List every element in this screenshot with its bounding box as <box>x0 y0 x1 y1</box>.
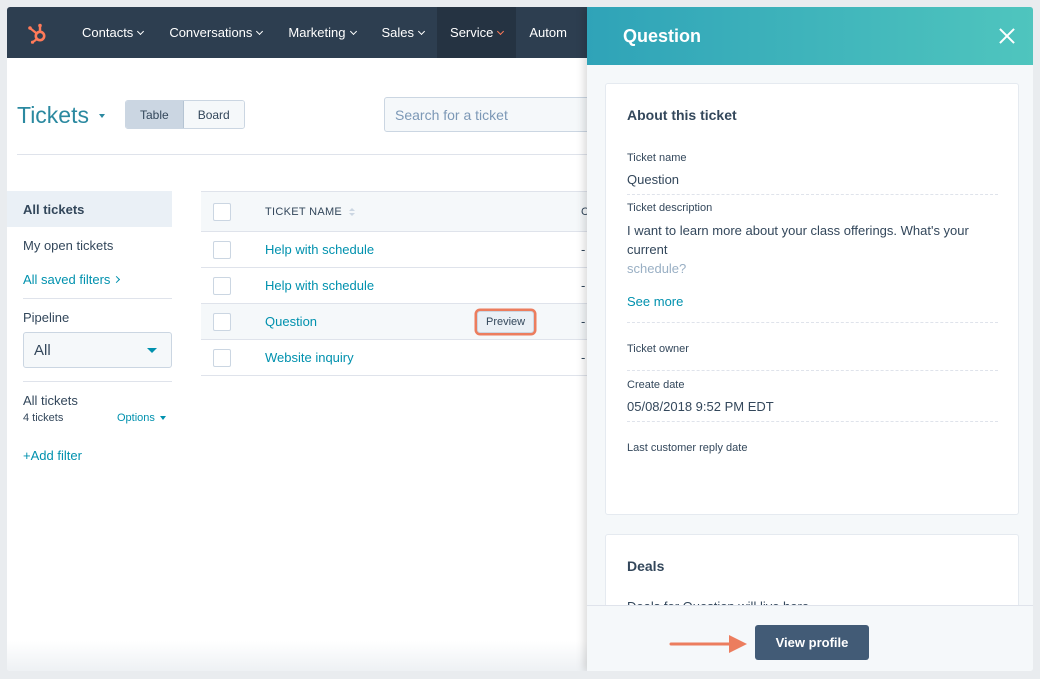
caret-down-icon <box>147 347 157 353</box>
property-divider <box>627 370 998 371</box>
property-label: Create date <box>627 379 685 391</box>
create-date-value[interactable]: 05/08/2018 9:52 PM EDT <box>627 399 774 414</box>
sidebar-item-label: My open tickets <box>23 237 114 253</box>
bottom-fade <box>7 641 587 671</box>
pipeline-select[interactable]: All <box>23 332 172 368</box>
pipeline-label: Pipeline <box>23 310 70 325</box>
sort-icon <box>349 207 356 216</box>
chevron-down-icon <box>256 27 264 35</box>
chevron-down-icon <box>497 27 505 35</box>
table-header: TICKET NAME C <box>201 191 601 232</box>
chevron-down-icon <box>417 27 426 35</box>
nav-conversations[interactable]: Conversations <box>156 7 275 58</box>
page-title-text: Tickets <box>17 102 89 128</box>
all-saved-filters-link[interactable]: All saved filters <box>23 272 121 287</box>
property-label: Last customer reply date <box>627 442 748 454</box>
property-label: Ticket owner <box>627 343 689 355</box>
chevron-right-icon <box>113 275 121 284</box>
header-divider <box>17 154 617 155</box>
column-header-label: TICKET NAME <box>265 205 343 218</box>
table-row[interactable]: Question Preview - <box>201 304 601 340</box>
sidebar-item-label: All tickets <box>23 201 85 217</box>
pipeline-value: All <box>34 341 51 359</box>
search-placeholder: Search for a ticket <box>395 106 508 123</box>
ticket-name-link[interactable]: Help with schedule <box>265 278 374 293</box>
table-row[interactable]: Website inquiry - <box>201 340 601 376</box>
page-title[interactable]: Tickets <box>17 102 105 129</box>
options-label: Options <box>117 412 155 424</box>
close-icon[interactable] <box>999 28 1015 44</box>
description-text-faded: schedule? <box>627 261 687 276</box>
view-profile-button[interactable]: View profile <box>755 625 869 660</box>
sidebar-item-all-tickets[interactable]: All tickets <box>7 191 172 227</box>
ticket-name-link[interactable]: Help with schedule <box>265 242 374 257</box>
property-label: Ticket description <box>627 202 713 214</box>
ticket-name-value[interactable]: Question <box>627 172 679 187</box>
chevron-down-icon <box>137 27 145 35</box>
table-row[interactable]: Help with schedule - <box>201 268 601 304</box>
saved-filters-label: All saved filters <box>23 272 111 287</box>
ticket-name-link[interactable]: Website inquiry <box>265 350 354 365</box>
nav-label: Marketing <box>288 25 346 40</box>
table-cell: - <box>581 350 586 365</box>
ticket-description-value[interactable]: I want to learn more about your class of… <box>627 221 987 278</box>
nav-sales[interactable]: Sales <box>369 7 438 58</box>
nav-label: Conversations <box>169 25 253 40</box>
nav-marketing[interactable]: Marketing <box>275 7 368 58</box>
table-row[interactable]: Help with schedule - <box>201 232 601 268</box>
view-count: 4 tickets <box>23 412 64 424</box>
caret-down-icon <box>99 113 105 118</box>
table-view-button[interactable]: Table <box>126 101 184 128</box>
panel-header: Question <box>587 7 1033 65</box>
select-all-checkbox[interactable] <box>213 202 231 221</box>
row-checkbox[interactable] <box>213 240 231 259</box>
row-checkbox[interactable] <box>213 348 231 367</box>
view-options-dropdown[interactable]: Options <box>117 412 166 424</box>
row-checkbox[interactable] <box>213 312 231 331</box>
card-title: Deals <box>627 558 665 574</box>
tickets-table: TICKET NAME C Help with schedule - Help … <box>201 191 601 376</box>
see-more-link[interactable]: See more <box>627 294 683 309</box>
panel-footer: View profile <box>587 605 1033 671</box>
chevron-down-icon <box>349 27 357 35</box>
view-toggle: Table Board <box>125 100 245 129</box>
ticket-name-link[interactable]: Question <box>265 314 317 329</box>
hubspot-logo-icon[interactable] <box>7 7 69 58</box>
panel-title: Question <box>623 25 702 46</box>
about-ticket-card: About this ticket Ticket name Question T… <box>605 83 1019 515</box>
nav-label: Sales <box>381 25 415 40</box>
card-title: About this ticket <box>627 107 737 123</box>
app-window: Contacts Conversations Marketing Sales S… <box>7 7 1033 671</box>
property-divider <box>627 322 998 323</box>
description-text: I want to learn more about your class of… <box>627 223 969 257</box>
table-cell: - <box>581 314 586 329</box>
nav-contacts[interactable]: Contacts <box>69 7 156 58</box>
row-checkbox[interactable] <box>213 276 231 295</box>
table-cell: - <box>581 242 586 257</box>
nav-label: Autom <box>529 25 567 40</box>
property-divider <box>627 421 998 422</box>
nav-label: Contacts <box>82 25 134 40</box>
nav-automation[interactable]: Autom <box>516 7 580 58</box>
ticket-preview-panel: Question About this ticket Ticket name Q… <box>587 7 1033 671</box>
table-cell: - <box>581 278 586 293</box>
column-header-ticket-name[interactable]: TICKET NAME <box>265 205 356 218</box>
property-divider <box>627 194 998 195</box>
sidebar-item-my-open-tickets[interactable]: My open tickets <box>7 227 172 263</box>
nav-label: Service <box>450 25 494 40</box>
caret-down-icon <box>159 416 166 420</box>
nav-service[interactable]: Service <box>437 7 517 58</box>
preview-button[interactable]: Preview <box>477 311 535 333</box>
sidebar-divider <box>23 381 172 382</box>
property-label: Ticket name <box>627 152 687 164</box>
view-title: All tickets <box>23 393 78 408</box>
board-view-button[interactable]: Board <box>183 101 244 128</box>
annotation-arrow-icon <box>669 635 747 653</box>
add-filter-link[interactable]: +Add filter <box>23 448 82 463</box>
search-input[interactable]: Search for a ticket <box>384 97 604 132</box>
sidebar-divider <box>23 298 172 299</box>
